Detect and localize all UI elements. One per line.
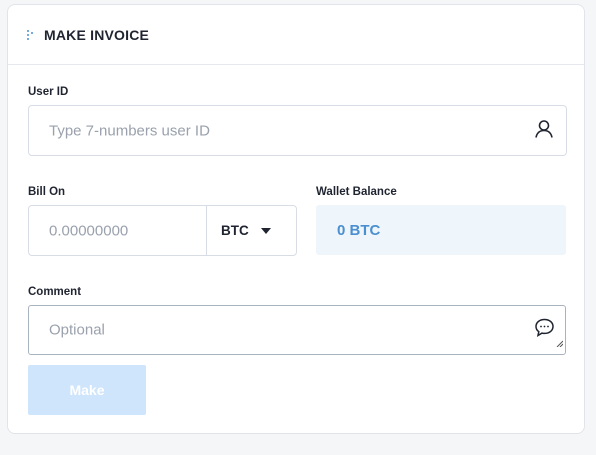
bill-on-amount-input[interactable]: 0.00000000 BTC: [28, 205, 297, 256]
wallet-balance-label: Wallet Balance: [316, 186, 397, 198]
caret-down-icon: [260, 227, 271, 234]
currency-select-value: BTC: [221, 223, 249, 238]
user-id-placeholder: Type 7-numbers user ID: [49, 122, 210, 139]
speech-bubble-icon: [534, 318, 555, 343]
comment-placeholder: Optional: [49, 321, 105, 339]
user-id-input[interactable]: Type 7-numbers user ID: [28, 105, 567, 156]
comment-textarea[interactable]: Optional: [28, 305, 566, 355]
drag-handle-icon: [26, 29, 34, 41]
user-id-label: User ID: [28, 86, 69, 98]
wallet-balance-display: 0 BTC: [316, 205, 566, 255]
card-header: MAKE INVOICE: [8, 5, 584, 65]
make-invoice-card: MAKE INVOICE User ID Type 7-numbers user…: [7, 4, 585, 434]
make-button[interactable]: Make: [28, 365, 146, 415]
user-icon: [534, 118, 554, 143]
resize-grip-icon[interactable]: [556, 334, 564, 352]
make-button-label: Make: [69, 382, 105, 398]
bill-on-label: Bill On: [28, 186, 66, 198]
card-title: MAKE INVOICE: [44, 26, 150, 43]
currency-select[interactable]: BTC: [206, 206, 296, 255]
bill-on-placeholder: 0.00000000: [49, 222, 129, 239]
comment-label: Comment: [28, 286, 82, 298]
wallet-balance-value: 0 BTC: [337, 221, 381, 239]
